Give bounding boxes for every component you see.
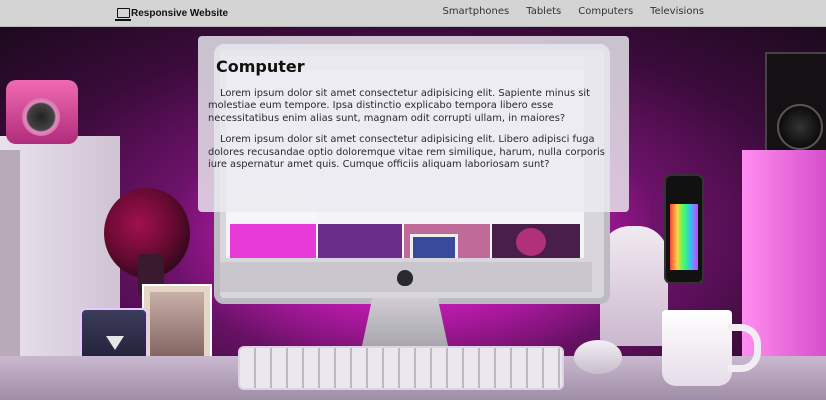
card-paragraph-2: Lorem ipsum dolor sit amet consectetur a… (208, 134, 605, 171)
screen-tile (318, 224, 402, 258)
phone-screen (670, 204, 698, 270)
monitor-stand (362, 298, 448, 346)
content-card: Computer Lorem ipsum dolor sit amet cons… (198, 36, 629, 212)
brand-title: Responsive Website (131, 7, 229, 19)
apple-logo-icon (397, 270, 413, 286)
nav-link-computers[interactable]: Computers (578, 6, 633, 17)
screen-tile (516, 228, 546, 256)
screen-tile (230, 224, 316, 258)
smartphone (664, 174, 704, 284)
camera-lens (22, 98, 60, 136)
instant-camera (6, 80, 78, 144)
navbar: Responsive Website Smartphones Tablets C… (0, 0, 826, 27)
nav-links: Smartphones Tablets Computers Television… (442, 6, 704, 17)
speaker-cone (777, 104, 823, 150)
speaker (765, 52, 826, 156)
mug (662, 310, 761, 386)
brand-link[interactable]: Responsive Website (115, 5, 229, 21)
framed-photo (150, 292, 204, 366)
card-title: Computer (216, 57, 305, 76)
nav-link-smartphones[interactable]: Smartphones (442, 6, 509, 17)
candle-logo-icon (106, 336, 124, 350)
hand-sculpture (600, 226, 668, 346)
card-paragraph-1: Lorem ipsum dolor sit amet consectetur a… (208, 88, 591, 124)
left-shelf-edge (0, 150, 20, 360)
laptop-icon (115, 8, 131, 21)
nav-link-televisions[interactable]: Televisions (650, 6, 704, 17)
keyboard (238, 346, 564, 390)
monitor-chin (220, 262, 592, 292)
screen-tile (410, 234, 458, 258)
nav-link-tablets[interactable]: Tablets (526, 6, 561, 17)
mouse (574, 340, 622, 374)
mug-handle (728, 324, 761, 372)
